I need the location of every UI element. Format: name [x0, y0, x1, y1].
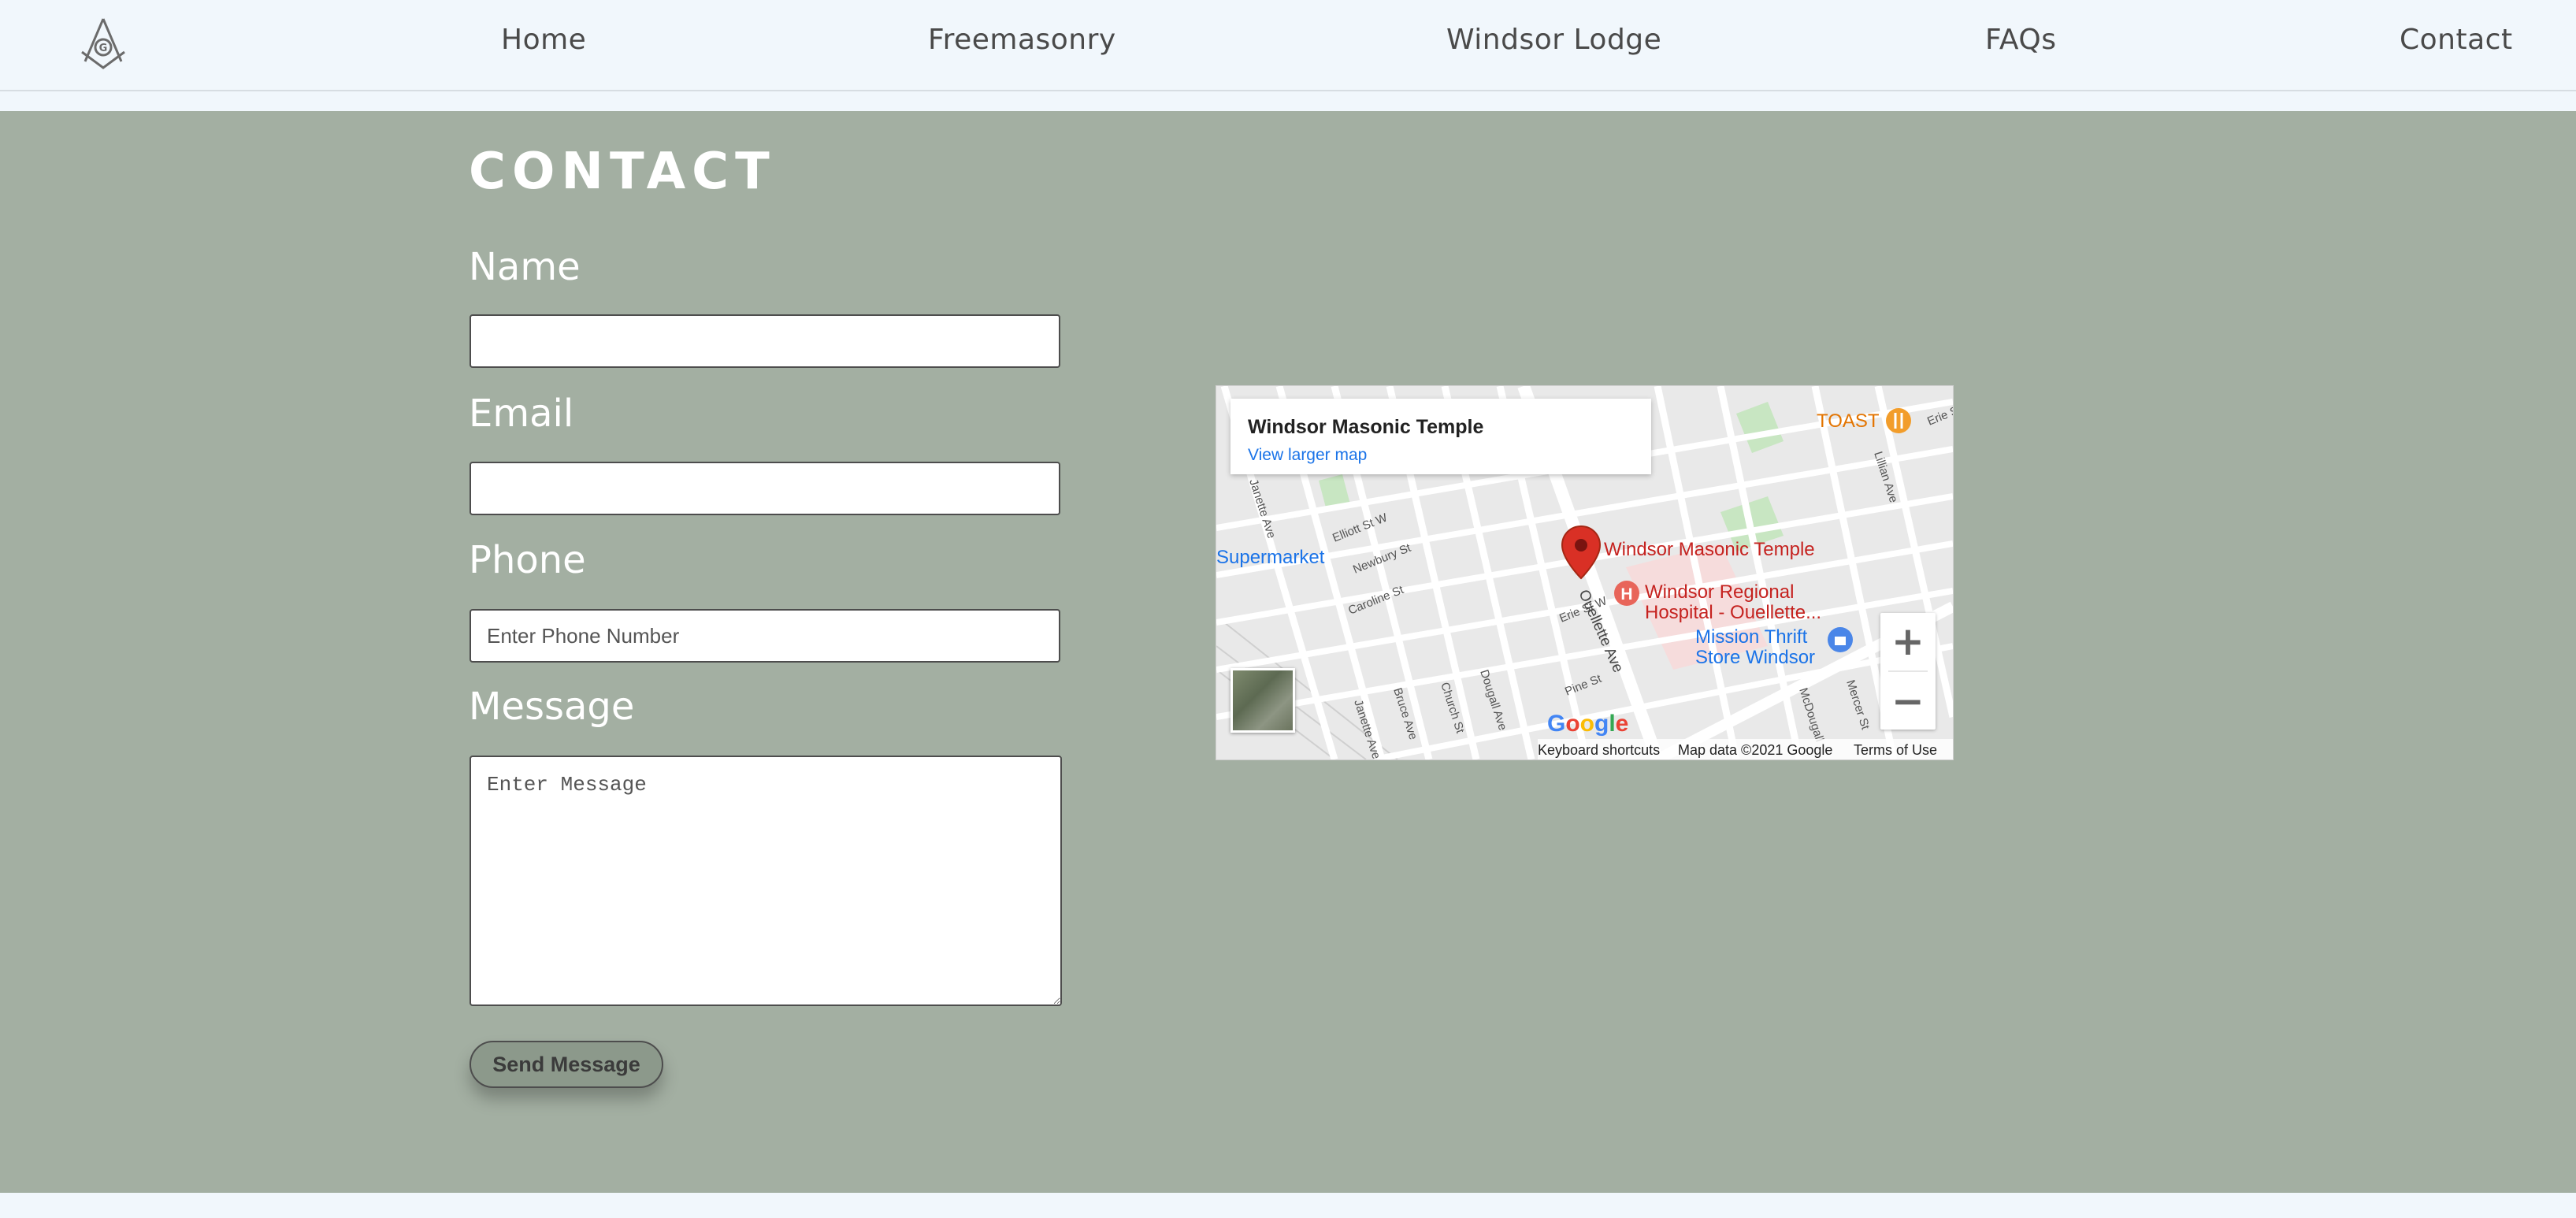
keyboard-shortcuts-link[interactable]: Keyboard shortcuts [1538, 742, 1660, 759]
map-zoom-controls: + − [1880, 613, 1936, 730]
zoom-out-button[interactable]: − [1880, 673, 1936, 730]
hospital-label-line1[interactable]: Windsor Regional [1645, 581, 1794, 603]
satellite-toggle[interactable] [1230, 668, 1295, 733]
map-card-title: Windsor Masonic Temple [1248, 416, 1484, 438]
google-logo: Google [1547, 711, 1629, 737]
top-navigation: G Home Freemasonry Windsor Lodge FAQs Co… [0, 0, 2576, 91]
map-data-text: Map data ©2021 Google [1678, 742, 1833, 758]
footer [0, 1193, 2576, 1218]
zoom-divider [1888, 670, 1928, 672]
name-label: Name [469, 245, 581, 289]
nav-freemasonry-link[interactable]: Freemasonry [928, 24, 1116, 56]
location-pin-icon[interactable] [1559, 525, 1603, 580]
nav-windsor-lodge-link[interactable]: Windsor Lodge [1446, 24, 1661, 56]
email-field[interactable] [470, 462, 1060, 515]
page-title: CONTACT [469, 143, 776, 201]
place-label[interactable]: Windsor Masonic Temple [1604, 539, 1815, 561]
nav-contact-link[interactable]: Contact [2400, 24, 2513, 56]
phone-field[interactable] [470, 609, 1060, 663]
zoom-in-button[interactable]: + [1880, 613, 1936, 670]
phone-label: Phone [469, 538, 586, 582]
embedded-map[interactable]: Elliott St W Newbury St Caroline St Erie… [1216, 385, 1954, 760]
name-field[interactable] [470, 314, 1060, 368]
contact-section: CONTACT Name Email Phone Message Send Me… [0, 111, 2576, 1193]
nav-home-link[interactable]: Home [501, 24, 586, 56]
email-label: Email [469, 392, 574, 436]
store-label-line1[interactable]: Mission Thrift [1695, 626, 1807, 648]
hospital-label-line2[interactable]: Hospital - Ouellette... [1645, 602, 1821, 624]
send-message-button[interactable]: Send Message [470, 1041, 663, 1088]
message-field[interactable] [470, 756, 1062, 1006]
svg-text:H: H [1620, 585, 1632, 603]
supermarket-label[interactable]: Supermarket [1216, 547, 1324, 569]
restaurant-label[interactable]: TOAST [1817, 410, 1880, 433]
square-and-compass-logo[interactable]: G [77, 16, 129, 71]
map-attribution-bar: Keyboard shortcuts Map data ©2021 Google… [1538, 739, 1953, 759]
nav-faqs-link[interactable]: FAQs [1985, 24, 2057, 56]
view-larger-map-link[interactable]: View larger map [1248, 446, 1367, 465]
map-info-card: Windsor Masonic Temple View larger map [1230, 399, 1651, 474]
terms-of-use-link[interactable]: Terms of Use [1854, 742, 1937, 759]
svg-text:G: G [99, 43, 108, 54]
message-label: Message [469, 685, 635, 729]
restaurant-icon[interactable] [1886, 408, 1911, 433]
store-label-line2[interactable]: Store Windsor [1695, 647, 1815, 669]
